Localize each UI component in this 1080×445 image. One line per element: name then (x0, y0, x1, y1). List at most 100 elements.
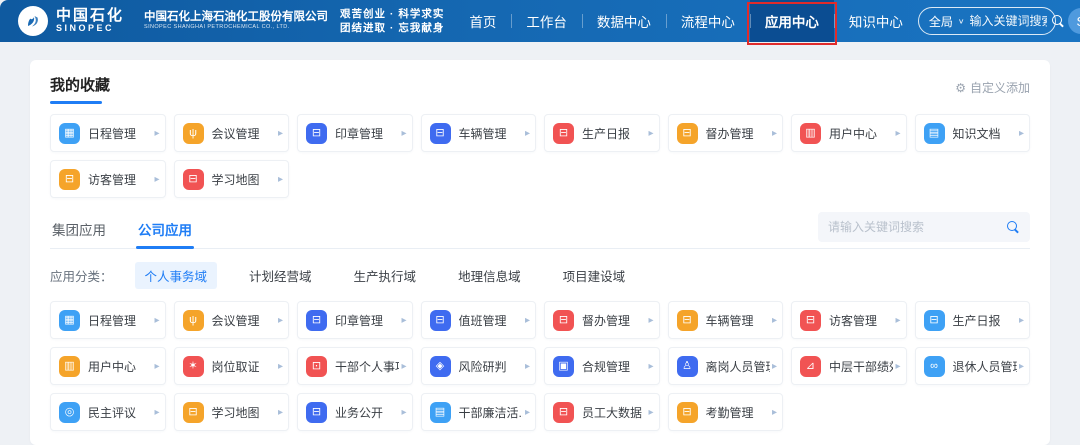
favorites-title-wrap: 我的收藏 (50, 74, 110, 104)
category-生产执行域[interactable]: 生产执行域 (344, 262, 427, 289)
app-card[interactable]: ◎ 民主评议 ▸ (50, 393, 166, 431)
chevron-right-icon: ▸ (525, 128, 530, 139)
app-label: 岗位取证 (212, 358, 276, 375)
app-card[interactable]: ⊟ 印章管理 ▸ (297, 114, 413, 152)
chevron-right-icon: ▸ (772, 361, 777, 372)
app-label: 生产日报 (582, 125, 646, 142)
app-card[interactable]: ▤ 干部廉洁活... ▸ (421, 393, 537, 431)
app-label: 民主评议 (88, 404, 152, 421)
app-card[interactable]: ⊟ 生产日报 ▸ (915, 301, 1031, 339)
chart-icon: ⊿ (800, 356, 821, 377)
gear-icon: ⚙ (955, 81, 966, 95)
user-menu[interactable]: S sysadmin ∨ (1068, 8, 1080, 34)
app-card[interactable]: ⊟ 学习地图 ▸ (174, 160, 290, 198)
app-card[interactable]: ψ 会议管理 ▸ (174, 114, 290, 152)
chevron-right-icon: ▸ (895, 315, 900, 326)
app-card[interactable]: ✶ 岗位取证 ▸ (174, 347, 290, 385)
global-search[interactable]: 全局 ∨ (918, 7, 1056, 35)
nav-item-数据中心[interactable]: 数据中心 (582, 0, 666, 42)
briefcase-icon: ⊟ (553, 310, 574, 331)
nav-item-流程中心[interactable]: 流程中心 (666, 0, 750, 42)
app-label: 学习地图 (212, 404, 276, 421)
brand-en: SINOPEC (56, 24, 124, 33)
app-card[interactable]: ⊿ 中层干部绩效 ▸ (791, 347, 907, 385)
app-card[interactable]: ⊟ 生产日报 ▸ (544, 114, 660, 152)
app-card[interactable]: ♙ 离岗人员管理 ▸ (668, 347, 784, 385)
person-frame-icon: ⊡ (306, 356, 327, 377)
app-card[interactable]: ⊟ 印章管理 ▸ (297, 301, 413, 339)
card-icon: ▣ (553, 356, 574, 377)
app-card[interactable]: ⊟ 学习地图 ▸ (174, 393, 290, 431)
user-doc-icon: ▥ (800, 123, 821, 144)
slogan: 艰苦创业 · 科学求实 团结进取 · 忘我献身 (340, 7, 444, 35)
briefcase-icon: ⊟ (553, 402, 574, 423)
app-card[interactable]: ⊟ 车辆管理 ▸ (421, 114, 537, 152)
app-tabs-row: 集团应用公司应用 (50, 212, 1030, 249)
briefcase-icon: ⊟ (677, 123, 698, 144)
nav-item-知识中心[interactable]: 知识中心 (834, 0, 918, 42)
app-card[interactable]: ⊟ 访客管理 ▸ (50, 160, 166, 198)
chevron-down-icon[interactable]: ∨ (958, 17, 965, 26)
nav-item-应用中心[interactable]: 应用中心 (750, 0, 834, 42)
custom-add-button[interactable]: ⚙ 自定义添加 (955, 79, 1030, 104)
app-card[interactable]: ⊡ 干部个人事项 ▸ (297, 347, 413, 385)
app-card[interactable]: ∞ 退休人员管理 ▸ (915, 347, 1031, 385)
company-name: 中国石化上海石油化工股份有限公司 SINOPEC SHANGHAI PETROC… (144, 11, 328, 31)
chevron-right-icon: ▸ (278, 315, 283, 326)
app-card[interactable]: ▥ 用户中心 ▸ (50, 347, 166, 385)
chevron-right-icon: ▸ (648, 128, 653, 139)
briefcase-icon: ⊟ (800, 310, 821, 331)
app-card[interactable]: ⊟ 督办管理 ▸ (668, 114, 784, 152)
app-search[interactable] (818, 212, 1030, 242)
app-card[interactable]: ◈ 风险研判 ▸ (421, 347, 537, 385)
app-card[interactable]: ▣ 合规管理 ▸ (544, 347, 660, 385)
shield-icon: ◈ (430, 356, 451, 377)
app-card[interactable]: ⊟ 督办管理 ▸ (544, 301, 660, 339)
search-icon[interactable] (1052, 15, 1065, 28)
category-项目建设域[interactable]: 项目建设域 (553, 262, 636, 289)
people-icon: ∞ (924, 356, 945, 377)
app-card[interactable]: ⊟ 员工大数据 ▸ (544, 393, 660, 431)
app-search-input[interactable] (828, 220, 1007, 234)
nav-item-首页[interactable]: 首页 (454, 0, 511, 42)
favorites-title: 我的收藏 (50, 74, 110, 101)
search-scope[interactable]: 全局 (929, 13, 953, 30)
app-card[interactable]: ⊟ 访客管理 ▸ (791, 301, 907, 339)
chevron-right-icon: ▸ (525, 315, 530, 326)
category-items: 个人事务域计划经营域生产执行域地理信息域项目建设域 (135, 262, 636, 289)
briefcase-icon: ⊟ (306, 402, 327, 423)
tab-公司应用[interactable]: 公司应用 (136, 213, 194, 248)
app-card[interactable]: ψ 会议管理 ▸ (174, 301, 290, 339)
navbar-right: 全局 ∨ S sysadmin ∨ (918, 7, 1080, 35)
nav-item-工作台[interactable]: 工作台 (511, 0, 582, 42)
category-计划经营域[interactable]: 计划经营域 (239, 262, 322, 289)
chevron-right-icon: ▸ (154, 407, 159, 418)
chevron-right-icon: ▸ (154, 128, 159, 139)
app-card[interactable]: ▤ 知识文档 ▸ (915, 114, 1031, 152)
app-card[interactable]: ▦ 日程管理 ▸ (50, 114, 166, 152)
sinopec-logo[interactable]: 中国石化 SINOPEC (18, 6, 124, 36)
app-card[interactable]: ▥ 用户中心 ▸ (791, 114, 907, 152)
chevron-right-icon: ▸ (401, 315, 406, 326)
app-card[interactable]: ⊟ 业务公开 ▸ (297, 393, 413, 431)
chevron-right-icon: ▸ (648, 315, 653, 326)
tab-集团应用[interactable]: 集团应用 (50, 213, 108, 248)
avatar[interactable]: S (1068, 8, 1080, 34)
app-card[interactable]: ⊟ 车辆管理 ▸ (668, 301, 784, 339)
app-card[interactable]: ⊟ 值班管理 ▸ (421, 301, 537, 339)
app-label: 员工大数据 (582, 404, 646, 421)
badge-icon: ✶ (183, 356, 204, 377)
category-地理信息域[interactable]: 地理信息域 (448, 262, 531, 289)
chevron-right-icon: ▸ (154, 315, 159, 326)
app-label: 中层干部绩效 (829, 358, 893, 375)
app-card[interactable]: ⊟ 考勤管理 ▸ (668, 393, 784, 431)
app-card[interactable]: ▦ 日程管理 ▸ (50, 301, 166, 339)
chevron-right-icon: ▸ (278, 174, 283, 185)
search-icon[interactable] (1007, 221, 1020, 234)
category-个人事务域[interactable]: 个人事务域 (135, 262, 218, 289)
app-label: 合规管理 (582, 358, 646, 375)
page-body: 我的收藏 ⚙ 自定义添加 ▦ 日程管理 ▸ ψ 会议管理 ▸ ⊟ 印章管理 ▸ … (0, 42, 1080, 445)
global-search-input[interactable] (969, 14, 1047, 28)
app-label: 会议管理 (212, 125, 276, 142)
app-label: 考勤管理 (706, 404, 770, 421)
